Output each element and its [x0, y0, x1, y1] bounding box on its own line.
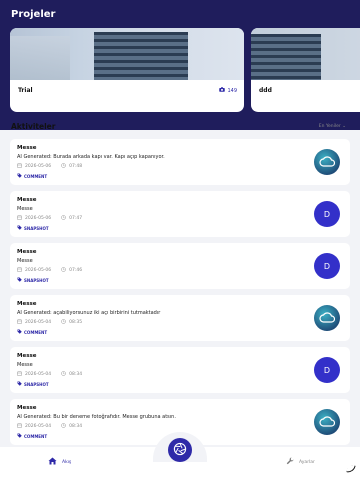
- projects-carousel[interactable]: Trial 149 ddd: [0, 28, 360, 112]
- activity-date: 2026-05-06: [25, 216, 52, 221]
- activity-tag: COMMENT: [17, 329, 47, 335]
- activity-time: 07:46: [69, 268, 83, 273]
- tag-icon: [17, 277, 22, 283]
- clock-icon: [61, 215, 67, 222]
- activity-card[interactable]: Messe Messe 2026-05-06 07:47 SNAPSHOT D: [10, 191, 350, 237]
- activity-time: 07:47: [69, 216, 83, 221]
- sort-dropdown[interactable]: En Yeniler ⌄: [319, 124, 346, 129]
- activity-description: AI Generated: Bu bir deneme fotoğrafıdır…: [17, 414, 176, 420]
- activity-description: Messe: [17, 362, 33, 368]
- clock-icon: [61, 319, 67, 326]
- project-card-trial[interactable]: Trial 149: [10, 28, 244, 112]
- tag-icon: [17, 433, 22, 439]
- tag-icon: [17, 225, 22, 231]
- activity-meta: 2026-05-06 07:47: [17, 215, 82, 222]
- calendar-icon: [17, 215, 22, 222]
- activity-date: 2026-05-06: [25, 268, 52, 273]
- calendar-icon: [17, 267, 22, 274]
- avatar: D: [314, 201, 340, 227]
- activity-description: Messe: [17, 206, 33, 212]
- activity-card[interactable]: Messe AI Generated: Burada arkada kapı v…: [10, 139, 350, 185]
- activity-meta: 2026-05-04 08:35: [17, 319, 82, 326]
- activity-description: AI Generated: Burada arkada kapı var. Ka…: [17, 154, 165, 160]
- calendar-icon: [17, 319, 22, 326]
- activity-tag: SNAPSHOT: [17, 277, 49, 283]
- activity-tag: COMMENT: [17, 173, 47, 179]
- activity-tag: COMMENT: [17, 433, 47, 439]
- aperture-icon: [173, 441, 187, 460]
- wrench-icon: [286, 457, 294, 467]
- activity-time: 08:34: [69, 424, 83, 429]
- activity-card[interactable]: Messe AI Generated: açabiliyorsunuz iki …: [10, 295, 350, 341]
- activity-meta: 2026-05-06 07:48: [17, 163, 82, 170]
- activity-date: 2026-05-04: [25, 320, 52, 325]
- activity-title: Messe: [17, 197, 37, 203]
- avatar: D: [314, 357, 340, 383]
- clock-icon: [61, 371, 67, 378]
- chevron-down-icon: ⌄: [342, 124, 346, 129]
- activity-card[interactable]: Messe Messe 2026-05-04 08:34 SNAPSHOT D: [10, 347, 350, 393]
- activity-card[interactable]: Messe Messe 2026-05-06 07:46 SNAPSHOT D: [10, 243, 350, 289]
- nav-home[interactable]: Akış: [48, 457, 71, 467]
- clock-icon: [61, 423, 67, 430]
- clock-icon: [61, 267, 67, 274]
- home-icon: [48, 457, 57, 467]
- ai-avatar: [314, 305, 340, 331]
- tag-icon: [17, 329, 22, 335]
- activity-tag: SNAPSHOT: [17, 225, 49, 231]
- activity-meta: 2026-05-04 08:34: [17, 423, 82, 430]
- activity-time: 07:48: [69, 164, 83, 169]
- clock-icon: [61, 163, 67, 170]
- activity-title: Messe: [17, 249, 37, 255]
- activity-date: 2026-05-04: [25, 372, 52, 377]
- activity-date: 2026-05-06: [25, 164, 52, 169]
- photo-count: 149: [219, 87, 237, 94]
- activity-time: 08:35: [69, 320, 83, 325]
- activity-meta: 2026-05-06 07:46: [17, 267, 82, 274]
- tag-icon: [17, 381, 22, 387]
- activity-title: Messe: [17, 145, 37, 151]
- activity-description: AI Generated: açabiliyorsunuz iki açı bi…: [17, 310, 161, 316]
- page-title: Projeler: [11, 9, 56, 20]
- activity-title: Messe: [17, 301, 37, 307]
- nav-settings[interactable]: Ayarlar: [286, 457, 315, 467]
- camera-button[interactable]: [168, 438, 192, 462]
- project-name: Trial: [18, 87, 33, 94]
- project-thumbnail: [10, 28, 244, 80]
- activity-title: Messe: [17, 405, 37, 411]
- calendar-icon: [17, 371, 22, 378]
- activity-date: 2026-05-04: [25, 424, 52, 429]
- activity-title: Messe: [17, 353, 37, 359]
- camera-icon: [219, 87, 226, 94]
- calendar-icon: [17, 423, 22, 430]
- activity-time: 08:34: [69, 372, 83, 377]
- project-name: ddd: [259, 87, 272, 94]
- activity-description: Messe: [17, 258, 33, 264]
- cloud-icon: [319, 415, 336, 429]
- project-card-ddd[interactable]: ddd: [251, 28, 360, 112]
- project-thumbnail: [251, 28, 360, 80]
- cloud-icon: [319, 155, 336, 169]
- section-title: Aktiviteler: [11, 122, 56, 131]
- activity-tag: SNAPSHOT: [17, 381, 49, 387]
- tag-icon: [17, 173, 22, 179]
- calendar-icon: [17, 163, 22, 170]
- ai-avatar: [314, 149, 340, 175]
- avatar: D: [314, 253, 340, 279]
- cloud-icon: [319, 311, 336, 325]
- activity-meta: 2026-05-04 08:34: [17, 371, 82, 378]
- ai-avatar: [314, 409, 340, 435]
